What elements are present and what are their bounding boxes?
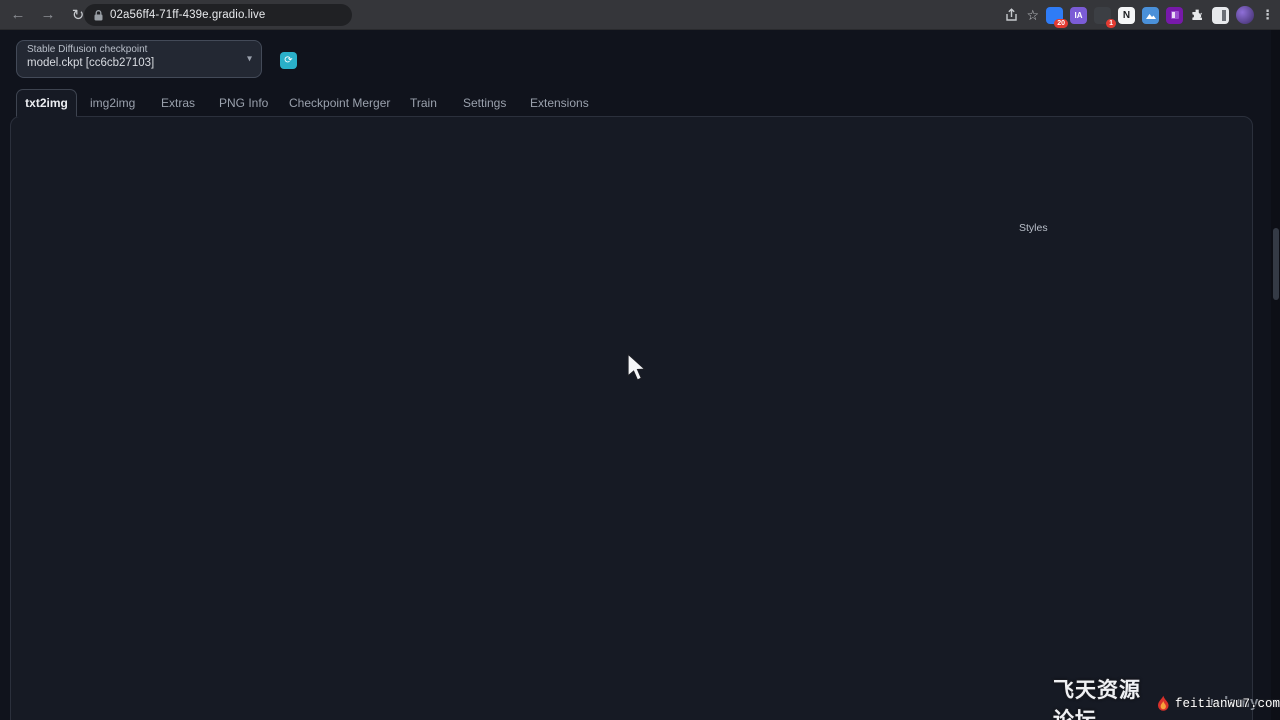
refresh-checkpoint-button[interactable]: ⟳ <box>280 52 297 69</box>
url-text: 02a56ff4-71ff-439e.gradio.live <box>110 9 265 21</box>
menu-dots-icon[interactable]: ⋮ <box>1261 7 1274 23</box>
tab-extras[interactable]: Extras <box>161 96 195 110</box>
extension-chat-icon[interactable]: 1 <box>1094 7 1111 24</box>
tab-txt2img[interactable]: txt2img <box>16 89 77 117</box>
checkpoint-value: model.ckpt [cc6cb27103] <box>27 57 251 69</box>
bookmark-star-icon[interactable]: ☆ <box>1026 7 1039 24</box>
page-scrollbar[interactable] <box>1271 30 1280 720</box>
lock-icon <box>94 10 103 21</box>
checkpoint-dropdown[interactable]: Stable Diffusion checkpoint model.ckpt [… <box>16 40 262 78</box>
extension-ia-icon[interactable]: IA <box>1070 7 1087 24</box>
profile-avatar[interactable] <box>1236 6 1254 24</box>
tab-png-info[interactable]: PNG Info <box>219 96 268 110</box>
tab-checkpoint-merger[interactable]: Checkpoint Merger <box>289 96 390 110</box>
extension-pin-icon[interactable]: 20 <box>1046 7 1063 24</box>
extension-notion-icon[interactable]: N <box>1118 7 1135 24</box>
tab-img2img[interactable]: img2img <box>90 96 135 110</box>
flame-logo-icon <box>1155 692 1172 716</box>
mouse-cursor <box>627 353 647 382</box>
share-icon[interactable] <box>1004 8 1019 23</box>
watermark-domain: feitianwu7.com <box>1175 697 1280 711</box>
styles-label: Styles <box>1014 222 1053 234</box>
site-watermark: 飞天资源论坛 feitianwu7.com <box>1053 674 1280 720</box>
extension-image-icon[interactable] <box>1142 7 1159 24</box>
tab-extensions[interactable]: Extensions <box>530 96 589 110</box>
sidebar-toggle-icon[interactable] <box>1212 7 1229 24</box>
checkpoint-label: Stable Diffusion checkpoint <box>27 44 251 55</box>
chat-badge: 1 <box>1106 19 1116 28</box>
extension-onenote-icon[interactable] <box>1166 7 1183 24</box>
watermark-site-name: 飞天资源论坛 <box>1053 674 1152 720</box>
txt2img-panel <box>10 116 1253 720</box>
pin-badge: 20 <box>1054 19 1068 28</box>
back-icon[interactable]: ← <box>6 4 30 26</box>
tab-settings[interactable]: Settings <box>463 96 506 110</box>
address-bar[interactable]: 02a56ff4-71ff-439e.gradio.live <box>84 4 352 26</box>
chevron-down-icon: ▾ <box>247 54 252 65</box>
browser-toolbar: ← → ↻ 02a56ff4-71ff-439e.gradio.live ☆ 2… <box>0 0 1280 30</box>
screen: ← → ↻ 02a56ff4-71ff-439e.gradio.live ☆ 2… <box>0 0 1280 720</box>
tab-train[interactable]: Train <box>410 96 437 110</box>
browser-actions: ☆ 20 IA 1 N ⋮ <box>1004 0 1274 30</box>
scrollbar-thumb[interactable] <box>1273 228 1279 300</box>
forward-icon[interactable]: → <box>36 4 60 26</box>
extensions-puzzle-icon[interactable] <box>1190 8 1205 23</box>
